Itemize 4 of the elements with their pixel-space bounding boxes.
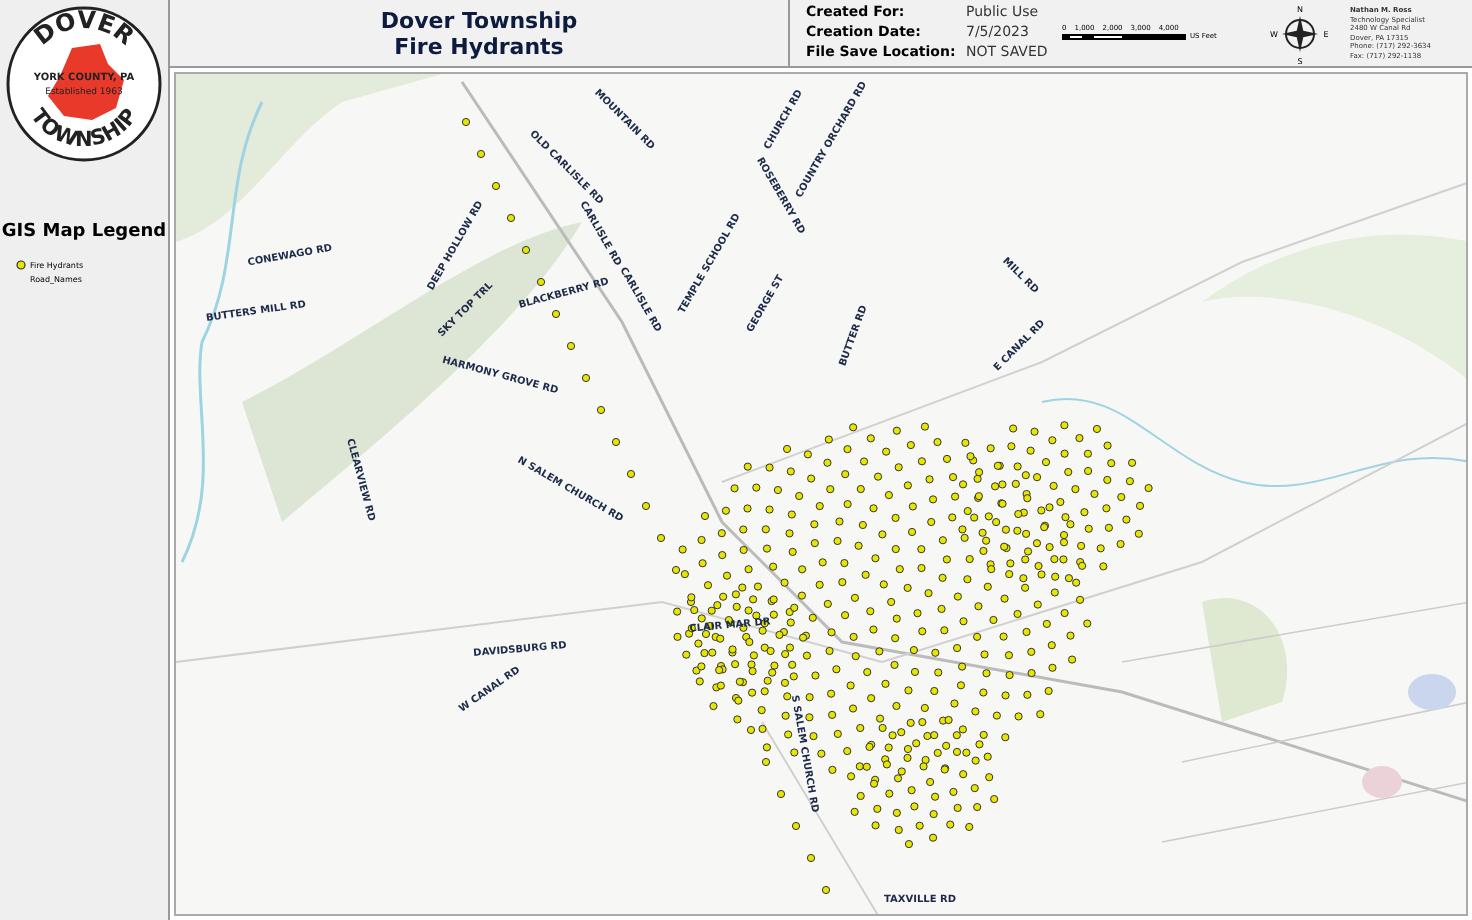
map-title: Fire Hydrants	[394, 33, 564, 59]
legend-title: GIS Map Legend	[1, 220, 167, 246]
map-title: Dover Township	[380, 7, 578, 33]
scale-bar-drawing	[1062, 34, 1186, 40]
